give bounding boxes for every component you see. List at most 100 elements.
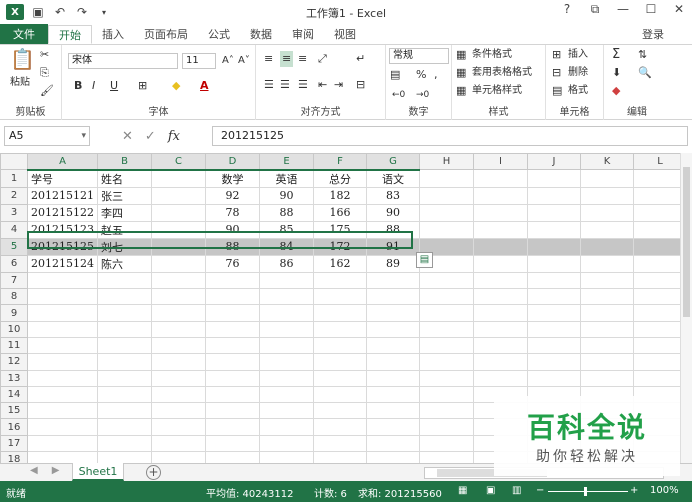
orientation-icon[interactable]: ⤢ xyxy=(318,51,327,67)
customize-qat-icon[interactable]: ▾ xyxy=(96,8,112,17)
tab-view[interactable]: 视图 xyxy=(324,24,366,44)
cell-i1[interactable] xyxy=(473,169,528,188)
cell-i8[interactable] xyxy=(473,288,528,306)
increase-indent-icon[interactable]: ⇥ xyxy=(334,77,343,93)
cell-k7[interactable] xyxy=(580,271,634,290)
cell-j11[interactable] xyxy=(527,336,581,355)
cell-f9[interactable] xyxy=(313,304,367,322)
cell-h15[interactable] xyxy=(419,402,474,420)
cell-f10[interactable] xyxy=(313,320,367,338)
cell-f2[interactable]: 182 xyxy=(313,186,367,205)
redo-icon[interactable]: ↷ xyxy=(74,5,90,19)
column-header-h[interactable]: H xyxy=(419,153,474,171)
column-header-j[interactable]: J xyxy=(527,153,581,171)
column-header-e[interactable]: E xyxy=(259,153,314,171)
increase-decimal-icon[interactable]: ←0 xyxy=(392,87,405,103)
cell-a2[interactable]: 201215121 xyxy=(27,186,98,205)
cell-b16[interactable] xyxy=(97,418,152,436)
cell-k10[interactable] xyxy=(580,320,634,338)
cell-f3[interactable]: 166 xyxy=(313,203,367,222)
shrink-font-button[interactable]: A˅ xyxy=(238,53,250,69)
comma-button[interactable]: , xyxy=(434,67,438,83)
cell-l7[interactable] xyxy=(633,271,687,290)
cell-g18[interactable] xyxy=(366,451,420,463)
cell-a9[interactable] xyxy=(27,304,98,322)
cell-c18[interactable] xyxy=(151,451,206,463)
zoom-slider[interactable] xyxy=(548,491,628,492)
vertical-scrollbar[interactable] xyxy=(680,153,692,463)
cell-l11[interactable] xyxy=(633,336,687,355)
cell-h7[interactable] xyxy=(419,271,474,290)
cell-l13[interactable] xyxy=(633,369,687,387)
column-header-a[interactable]: A xyxy=(27,153,98,171)
ribbon-display-button[interactable]: ⧉ xyxy=(586,2,604,17)
sort-filter-icon[interactable]: ⇅ xyxy=(638,47,647,63)
cell-h10[interactable] xyxy=(419,320,474,338)
cell-e4[interactable]: 85 xyxy=(259,220,314,239)
cell-d12[interactable] xyxy=(205,353,260,371)
cell-l5[interactable] xyxy=(633,237,687,256)
cell-d13[interactable] xyxy=(205,369,260,387)
row-header[interactable]: 10 xyxy=(0,320,28,338)
vertical-scroll-thumb[interactable] xyxy=(683,167,690,317)
cell-d4[interactable]: 90 xyxy=(205,220,260,239)
row-header[interactable]: 17 xyxy=(0,434,28,453)
cell-e13[interactable] xyxy=(259,369,314,387)
maximize-button[interactable]: ☐ xyxy=(642,2,660,17)
decrease-indent-icon[interactable]: ⇤ xyxy=(318,77,327,93)
fill-icon[interactable]: ⬇ xyxy=(612,65,621,81)
cell-c15[interactable] xyxy=(151,402,206,420)
cell-e15[interactable] xyxy=(259,402,314,420)
column-header-d[interactable]: D xyxy=(205,153,260,171)
cell-e8[interactable] xyxy=(259,288,314,306)
column-header-f[interactable]: F xyxy=(313,153,367,171)
cell-e3[interactable]: 88 xyxy=(259,203,314,222)
cell-b10[interactable] xyxy=(97,320,152,338)
cell-h18[interactable] xyxy=(419,451,474,463)
align-bottom-icon[interactable]: ≡ xyxy=(298,51,307,67)
cell-b13[interactable] xyxy=(97,369,152,387)
cell-styles-icon[interactable]: ▦ xyxy=(456,83,466,99)
cell-g11[interactable] xyxy=(366,336,420,355)
cell-c7[interactable] xyxy=(151,271,206,290)
cell-e6[interactable]: 86 xyxy=(259,254,314,273)
formula-input[interactable]: 201215125 xyxy=(212,126,688,146)
select-all-corner[interactable] xyxy=(0,153,28,171)
name-box[interactable]: A5 ▾ xyxy=(4,126,90,146)
align-top-icon[interactable]: ≡ xyxy=(264,51,273,67)
cell-f18[interactable] xyxy=(313,451,367,463)
cell-d3[interactable]: 78 xyxy=(205,203,260,222)
cell-f14[interactable] xyxy=(313,385,367,404)
cell-k5[interactable] xyxy=(580,237,634,256)
cell-a4[interactable]: 201215123 xyxy=(27,220,98,239)
cell-g5[interactable]: 91 xyxy=(366,237,420,256)
column-header-k[interactable]: K xyxy=(580,153,634,171)
cell-h16[interactable] xyxy=(419,418,474,436)
cell-i2[interactable] xyxy=(473,186,528,205)
cell-b17[interactable] xyxy=(97,434,152,453)
cell-c14[interactable] xyxy=(151,385,206,404)
cell-k12[interactable] xyxy=(580,353,634,371)
cell-f13[interactable] xyxy=(313,369,367,387)
cell-g10[interactable] xyxy=(366,320,420,338)
percent-button[interactable]: % xyxy=(416,67,426,83)
column-header-i[interactable]: I xyxy=(473,153,528,171)
cell-j13[interactable] xyxy=(527,369,581,387)
cell-d17[interactable] xyxy=(205,434,260,453)
cell-c5[interactable] xyxy=(151,237,206,256)
cell-g15[interactable] xyxy=(366,402,420,420)
cell-i4[interactable] xyxy=(473,220,528,239)
zoom-slider-thumb[interactable] xyxy=(584,487,587,496)
row-header[interactable]: 6 xyxy=(0,254,28,273)
cell-c9[interactable] xyxy=(151,304,206,322)
cell-j10[interactable] xyxy=(527,320,581,338)
cell-e10[interactable] xyxy=(259,320,314,338)
bold-button[interactable]: B xyxy=(74,78,82,94)
autosum-icon[interactable]: Σ xyxy=(612,47,620,63)
cell-a14[interactable] xyxy=(27,385,98,404)
row-header[interactable]: 3 xyxy=(0,203,28,222)
cell-a15[interactable] xyxy=(27,402,98,420)
cell-l2[interactable] xyxy=(633,186,687,205)
cell-e1[interactable]: 英语 xyxy=(259,169,314,188)
cell-l4[interactable] xyxy=(633,220,687,239)
